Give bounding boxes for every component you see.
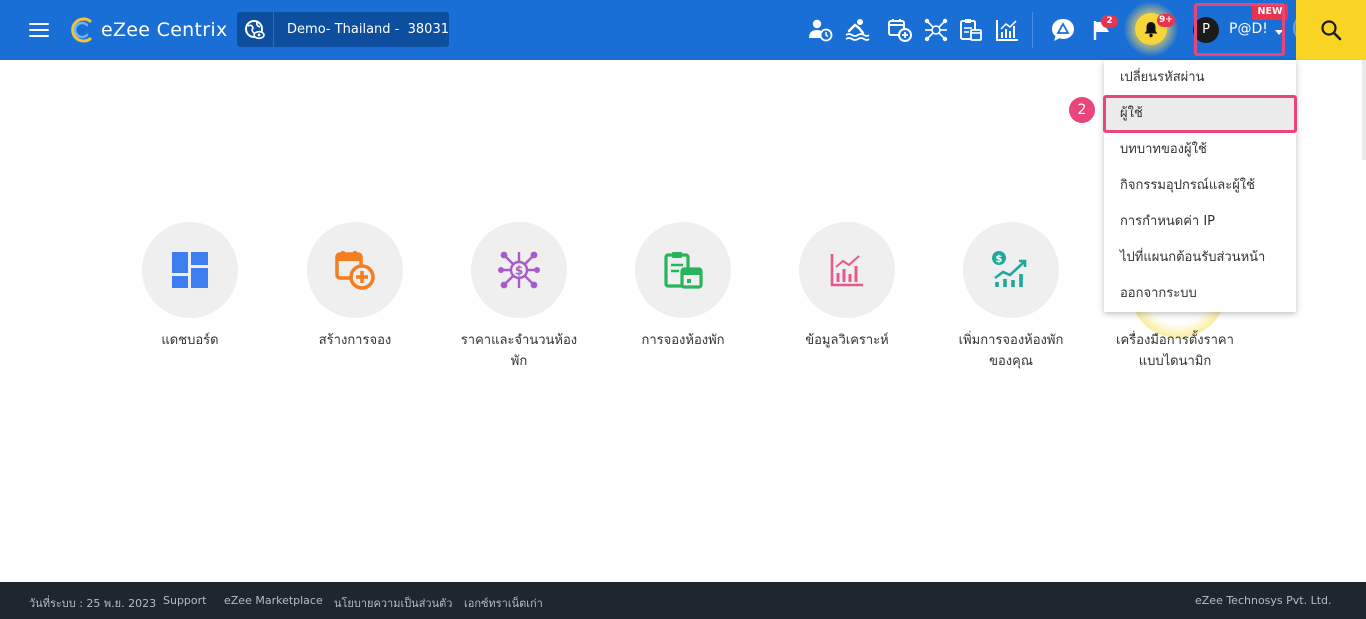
footer: วันที่ระบบ : 25 พ.ย. 2023 Support eZee M…: [0, 582, 1366, 619]
tile-label: เครื่องมือการตั้งราคาแบบไดนามิก: [1116, 333, 1234, 369]
search-button[interactable]: [1296, 0, 1366, 60]
clipboard-calendar-icon: [635, 222, 731, 318]
chat-alert-icon[interactable]: [1049, 16, 1077, 44]
tile-label: การจองห้องพัก: [641, 333, 725, 348]
tile-create-booking[interactable]: สร้างการจอง: [273, 222, 437, 351]
menu-item-ip-configuration[interactable]: การกำหนดค่า IP: [1104, 204, 1296, 240]
tile-label: ข้อมูลวิเคราะห์: [805, 333, 889, 348]
hamburger-menu-icon[interactable]: [29, 22, 49, 38]
growth-dollar-icon: $: [963, 222, 1059, 318]
tile-label: ราคาและจำนวนห้องพัก: [460, 333, 578, 369]
calendar-add-icon[interactable]: [886, 16, 914, 44]
bell-notification-badge: 9+: [1157, 14, 1175, 27]
toolbar-divider: [1032, 12, 1033, 48]
menu-item-device-user-activity[interactable]: กิจกรรมอุปกรณ์และผู้ใช้: [1104, 168, 1296, 204]
property-name: Demo- Thailand - 38031: [287, 22, 449, 37]
tile-label: สร้างการจอง: [318, 333, 392, 348]
ezee-logo-icon: [71, 17, 92, 43]
scrollbar[interactable]: [1362, 60, 1366, 160]
clipboard-calendar-icon[interactable]: [957, 16, 985, 44]
footer-link-old-extranet[interactable]: เอกซ์ทราเน็ตเก่า: [464, 594, 543, 612]
menu-item-user-roles[interactable]: บทบาทของผู้ใช้: [1104, 132, 1296, 168]
user-clock-icon[interactable]: [806, 16, 834, 44]
svg-text:$: $: [996, 254, 1003, 265]
copyright: eZee Technosys Pvt. Ltd.: [1195, 594, 1332, 607]
network-dollar-icon[interactable]: [922, 16, 950, 44]
system-date: วันที่ระบบ : 25 พ.ย. 2023: [29, 597, 157, 610]
app-logo[interactable]: eZee Centrix: [68, 16, 228, 44]
tile-label: เพิ่มการจองห้องพักของคุณ: [958, 333, 1064, 369]
network-dollar-icon: $: [471, 222, 567, 318]
analytics-chart-icon: [799, 222, 895, 318]
menu-item-change-password[interactable]: เปลี่ยนรหัสผ่าน: [1104, 60, 1296, 96]
top-navbar: eZee Centrix Demo- Thailand - 38031 2 9+…: [0, 0, 1366, 60]
dashboard-icon: [142, 222, 238, 318]
search-icon: [1321, 20, 1342, 41]
footer-link-support[interactable]: Support: [163, 594, 206, 607]
svg-text:$: $: [515, 264, 523, 278]
menu-item-logout[interactable]: ออกจากระบบ: [1104, 276, 1296, 312]
footer-link-privacy[interactable]: นโยบายความเป็นส่วนตัว: [334, 594, 452, 612]
pool-person-icon[interactable]: [843, 16, 871, 44]
step-marker-2: 2: [1069, 97, 1095, 123]
tile-label: แดชบอร์ด: [161, 333, 219, 348]
tile-rates-inventory[interactable]: $ ราคาและจำนวนห้องพัก: [437, 222, 601, 372]
flag-notification-badge: 2: [1101, 15, 1118, 28]
globe-eye-icon: [237, 12, 275, 47]
bar-chart-icon[interactable]: [993, 16, 1021, 44]
menu-item-front-desk[interactable]: ไปที่แผนกต้อนรับส่วนหน้า: [1104, 240, 1296, 276]
tile-boost-bookings[interactable]: $ เพิ่มการจองห้องพักของคุณ: [929, 222, 1093, 372]
tile-analytics[interactable]: ข้อมูลวิเคราะห์: [765, 222, 929, 351]
footer-link-marketplace[interactable]: eZee Marketplace: [224, 594, 323, 607]
tile-bookings[interactable]: การจองห้องพัก: [601, 222, 765, 351]
user-menu-highlight: [1194, 3, 1285, 56]
tile-dashboard[interactable]: แดชบอร์ด: [108, 222, 272, 351]
calendar-add-icon: [307, 222, 403, 318]
property-selector[interactable]: Demo- Thailand - 38031: [237, 12, 449, 47]
app-name: eZee Centrix: [101, 19, 228, 41]
users-menu-highlight: [1103, 95, 1297, 133]
